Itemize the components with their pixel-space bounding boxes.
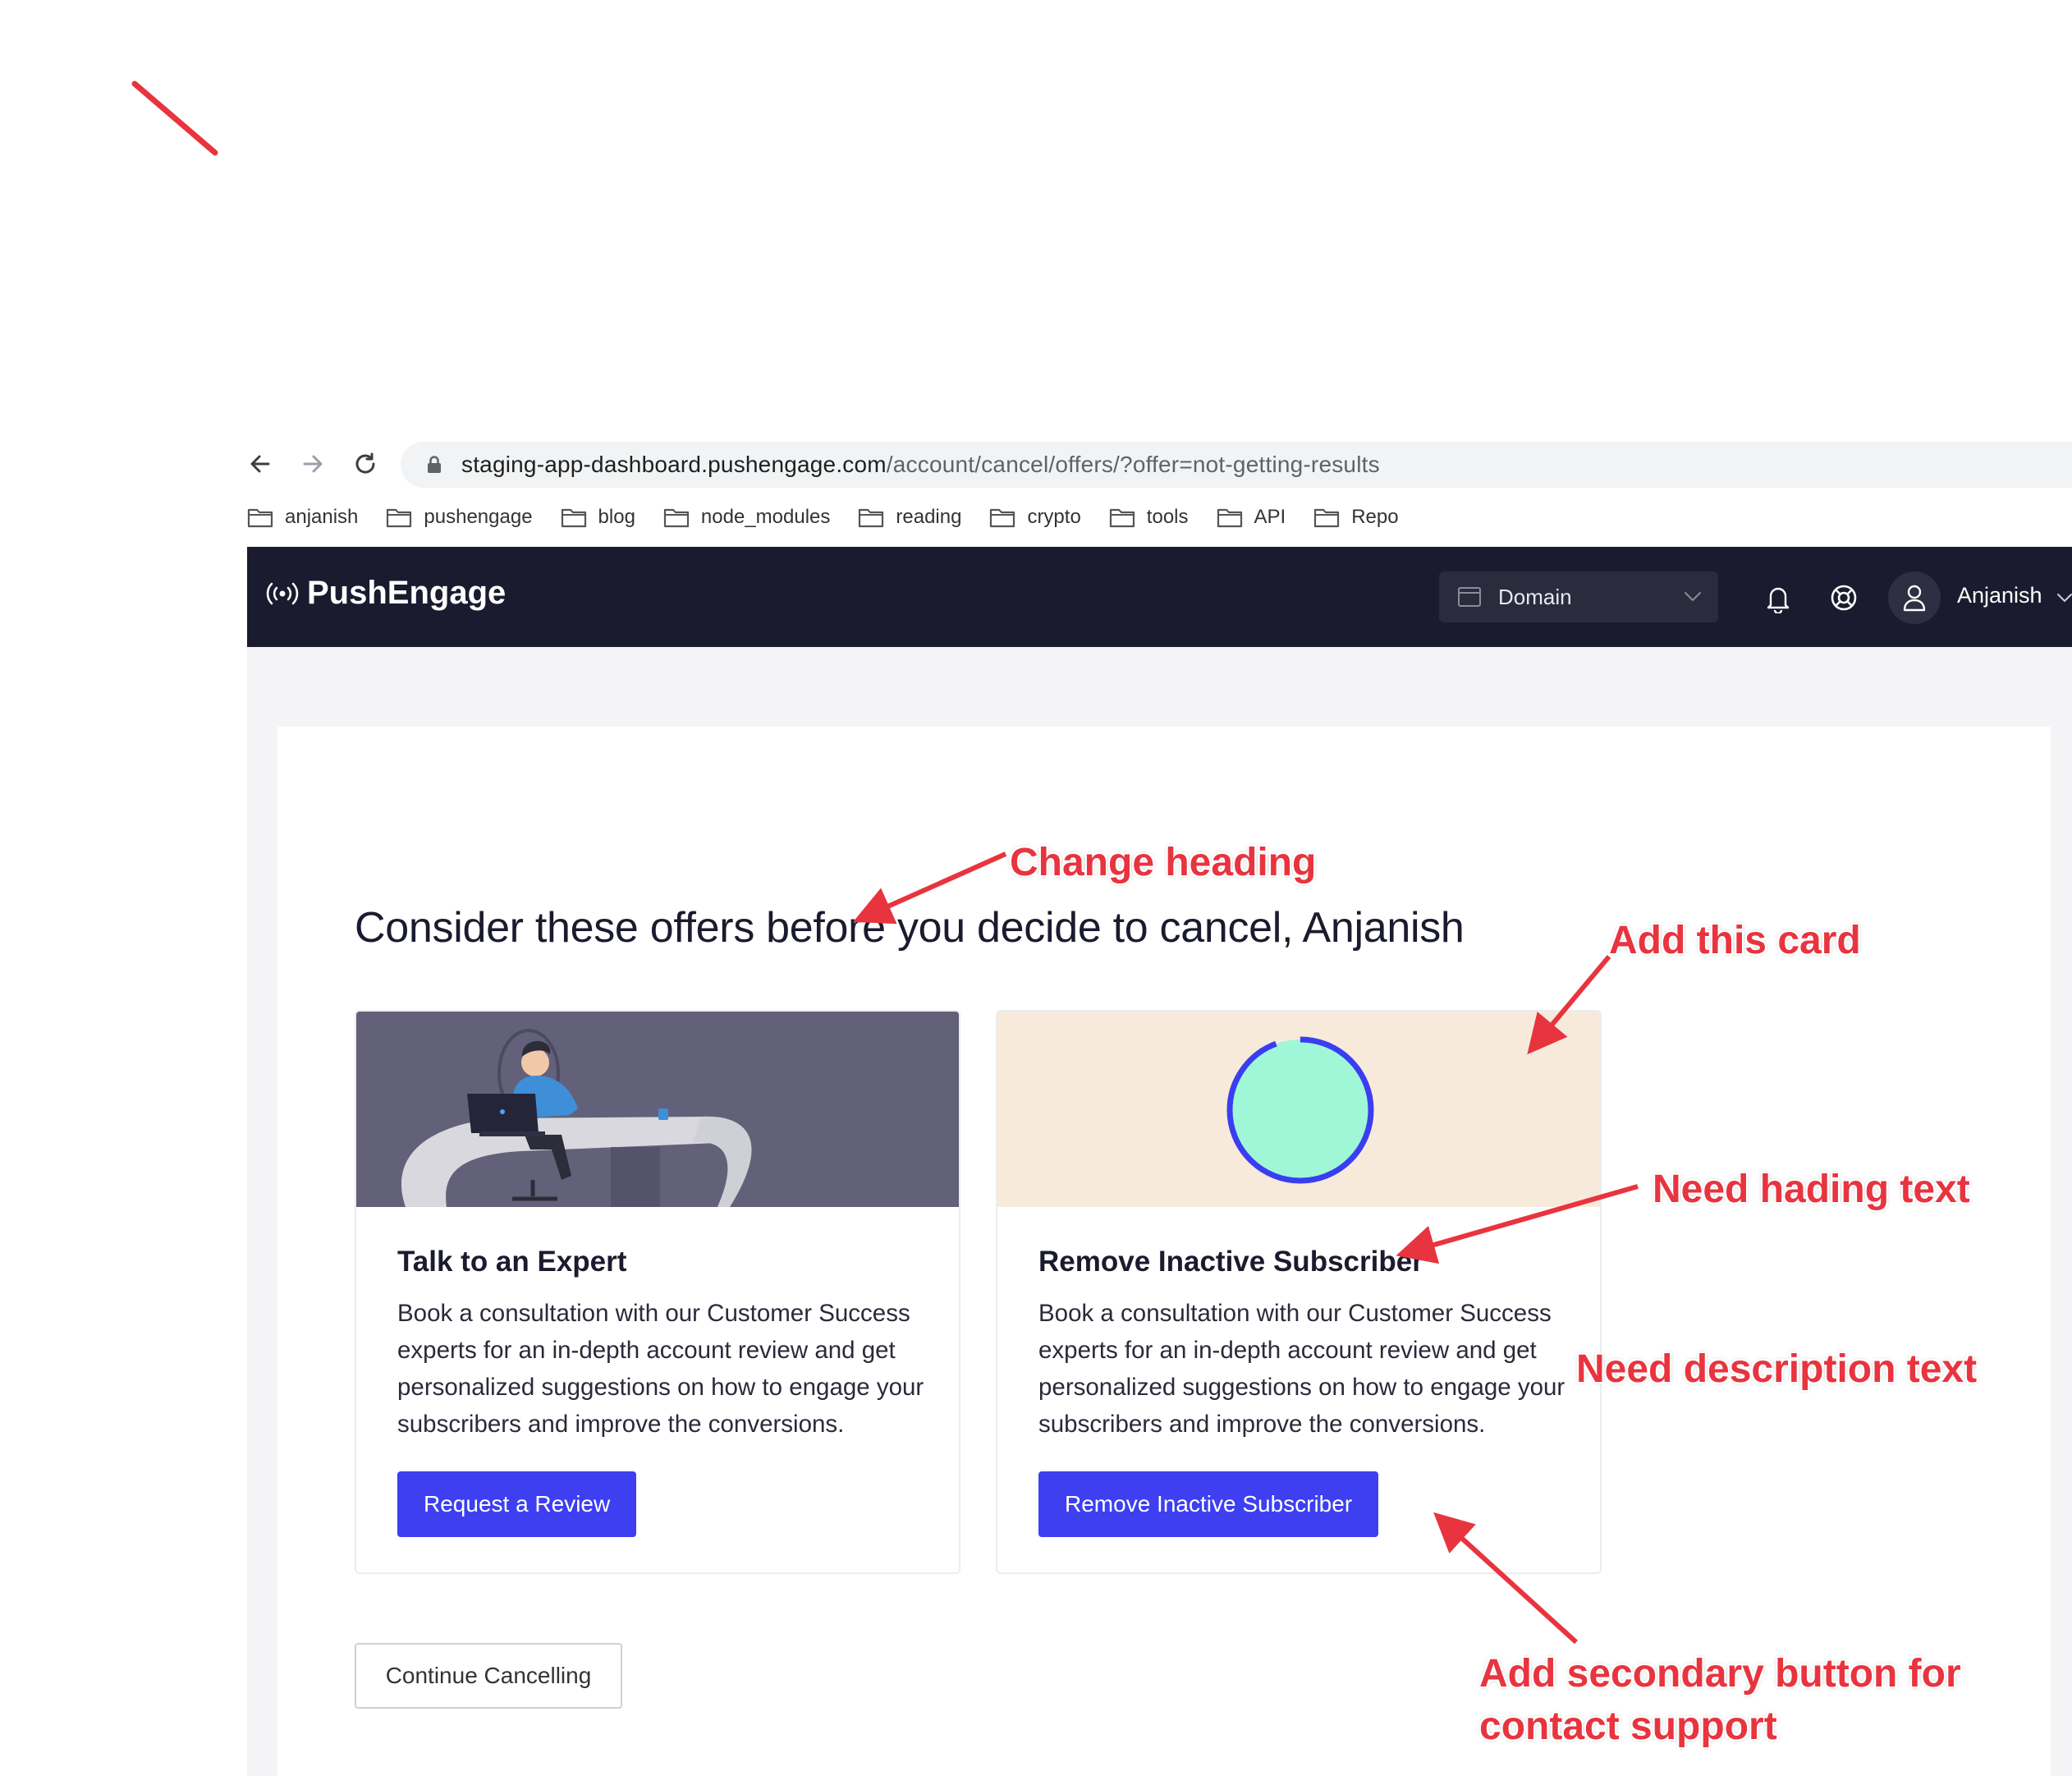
annotation-change-heading: Change heading <box>1010 841 1317 884</box>
arrow-change-heading <box>853 851 1007 925</box>
annotation-secondary-line1: Add secondary button for <box>1479 1652 1961 1696</box>
arrow-secondary-button <box>1433 1512 1579 1645</box>
annotation-need-description: Need description text <box>1576 1347 1978 1391</box>
annotation-secondary-line2: contact support <box>1479 1705 1777 1748</box>
arrow-add-card <box>1527 955 1611 1055</box>
arrow-need-heading <box>1396 1184 1639 1264</box>
annotation-add-card: Add this card <box>1609 919 1861 962</box>
annotation-need-heading: Need hading text <box>1653 1168 1970 1211</box>
